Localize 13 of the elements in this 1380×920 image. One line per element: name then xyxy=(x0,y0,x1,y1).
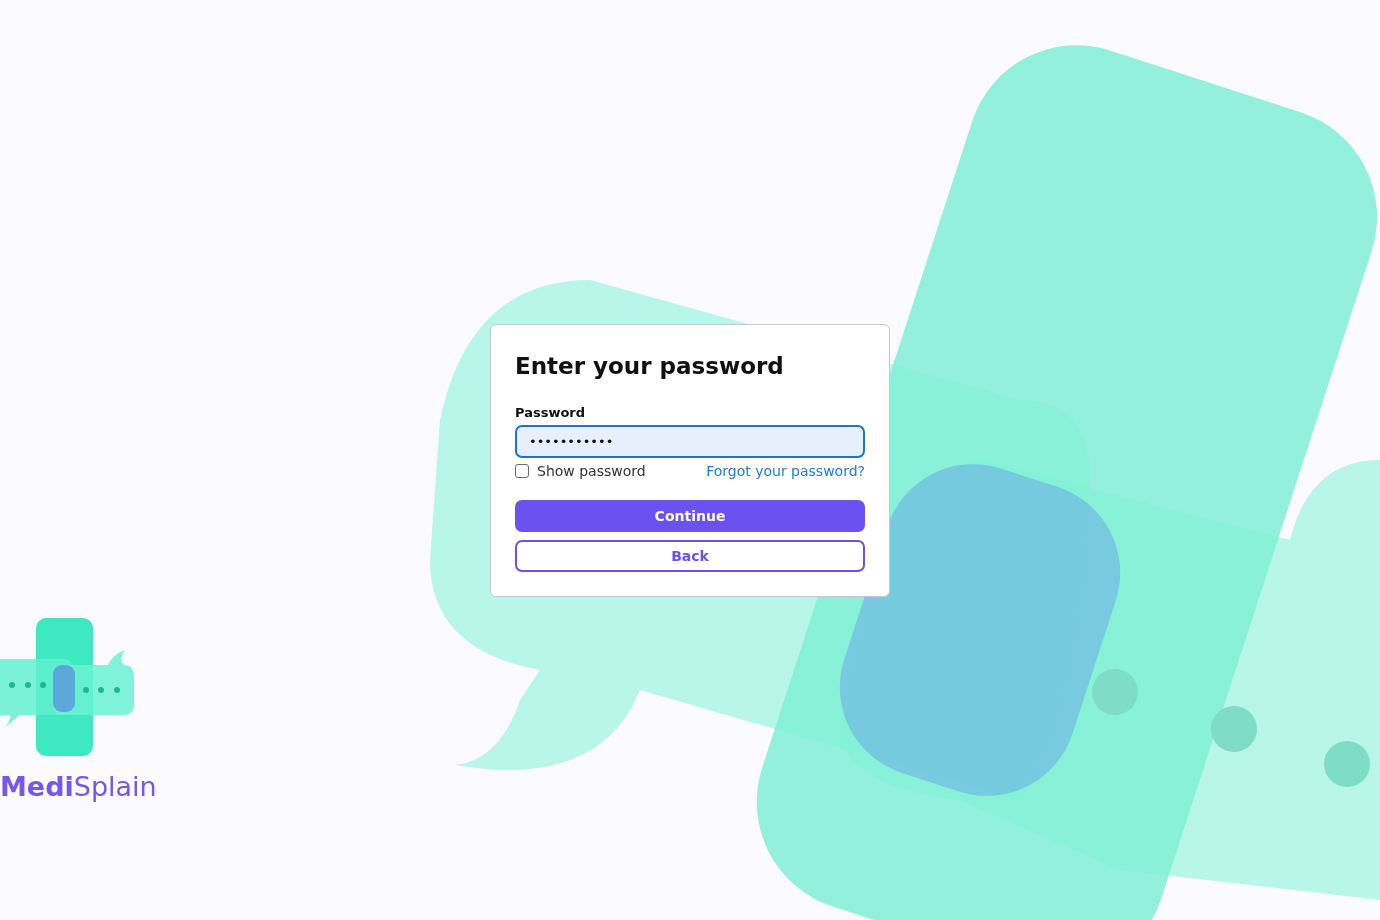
back-button[interactable]: Back xyxy=(515,539,865,572)
dot-shape xyxy=(1211,706,1257,752)
dot-shape xyxy=(1092,669,1138,715)
dialog-title: Enter your password xyxy=(515,352,785,379)
forgot-password-link[interactable]: Forgot your password? xyxy=(706,462,865,479)
password-label: Password xyxy=(515,404,586,420)
logo-icon xyxy=(0,617,136,757)
continue-button[interactable]: Continue xyxy=(515,499,865,532)
dot-shape xyxy=(1324,741,1370,787)
password-field[interactable]: ••••••••••• xyxy=(515,424,865,458)
brand-name: MediSplain xyxy=(0,771,157,802)
show-password-label: Show password xyxy=(537,462,646,479)
show-password-checkbox[interactable] xyxy=(515,463,529,478)
